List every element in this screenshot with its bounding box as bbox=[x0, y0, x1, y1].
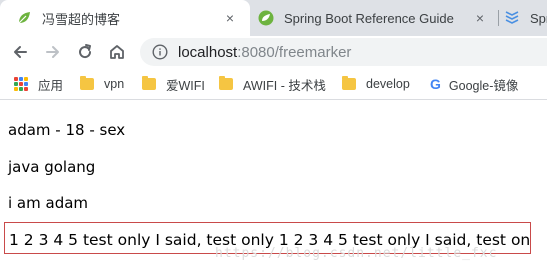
tab-title: Sprin bbox=[530, 10, 547, 26]
address-bar[interactable]: localhost:8080/freemarker bbox=[140, 38, 547, 66]
text-line-languages: java golang bbox=[8, 158, 96, 176]
tab-title: 冯雪超的博客 bbox=[42, 11, 121, 27]
reload-button[interactable] bbox=[73, 40, 97, 64]
forward-arrow-icon bbox=[46, 46, 59, 58]
bookmark-google-mirror[interactable]: G Google-镜像 bbox=[430, 76, 519, 93]
url-path: :8080/freemarker bbox=[237, 43, 352, 61]
folder-icon bbox=[142, 76, 156, 90]
back-arrow-icon bbox=[14, 46, 27, 58]
close-icon[interactable]: × bbox=[472, 10, 488, 26]
url-host: localhost bbox=[178, 43, 238, 61]
tab-blog[interactable]: 冯雪超的博客 × bbox=[0, 0, 250, 36]
bookmark-vpn[interactable]: vpn bbox=[80, 76, 124, 92]
bookmark-label: 应用 bbox=[38, 78, 64, 93]
bookmark-label: Google-镜像 bbox=[448, 78, 519, 93]
home-icon bbox=[110, 45, 124, 59]
folder-icon bbox=[80, 76, 94, 90]
bookmark-awifi-tech[interactable]: AWIFI - 技术栈 bbox=[219, 76, 326, 93]
folder-icon bbox=[219, 76, 233, 90]
tab-sprin[interactable]: Sprin bbox=[498, 0, 547, 36]
bookmark-develop[interactable]: develop bbox=[342, 76, 410, 92]
forward-button[interactable] bbox=[41, 40, 65, 64]
leaf-icon bbox=[18, 12, 30, 24]
folder-icon bbox=[342, 76, 356, 90]
close-icon[interactable]: × bbox=[222, 10, 238, 26]
page-content: adam - 18 - sex java golang i am adam 1 … bbox=[0, 101, 547, 273]
back-button[interactable] bbox=[8, 40, 32, 64]
spring-leaf-icon bbox=[258, 10, 274, 26]
bookmark-label: 爱WIFI bbox=[166, 78, 205, 93]
bookmark-label: develop bbox=[366, 77, 410, 91]
apps-grid-icon bbox=[14, 77, 28, 91]
tab-spring-guide[interactable]: Spring Boot Reference Guide × bbox=[250, 0, 498, 36]
bookmark-apps[interactable]: 应用 bbox=[14, 76, 64, 93]
bookmarks-bar: 应用 vpn 爱WIFI AWIFI - 技术栈 develop G Googl… bbox=[0, 68, 547, 100]
home-button[interactable] bbox=[105, 40, 129, 64]
watermark: https://blog.csdn.net/little_fxc bbox=[215, 246, 498, 261]
google-icon: G bbox=[430, 76, 441, 92]
stack-icon bbox=[505, 11, 519, 24]
bookmark-label: vpn bbox=[104, 77, 125, 91]
info-icon[interactable] bbox=[152, 44, 168, 60]
toolbar: localhost:8080/freemarker bbox=[0, 36, 547, 68]
text-line-greeting: i am adam bbox=[8, 194, 89, 212]
text-line-name-age: adam - 18 - sex bbox=[8, 121, 126, 139]
bookmark-aiwifi[interactable]: 爱WIFI bbox=[142, 76, 205, 93]
tab-strip: 冯雪超的博客 × Spring Boot Reference Guide × S… bbox=[0, 0, 547, 36]
tab-title: Spring Boot Reference Guide bbox=[284, 10, 454, 26]
bookmark-label: AWIFI - 技术栈 bbox=[243, 78, 326, 93]
reload-icon bbox=[79, 44, 92, 59]
